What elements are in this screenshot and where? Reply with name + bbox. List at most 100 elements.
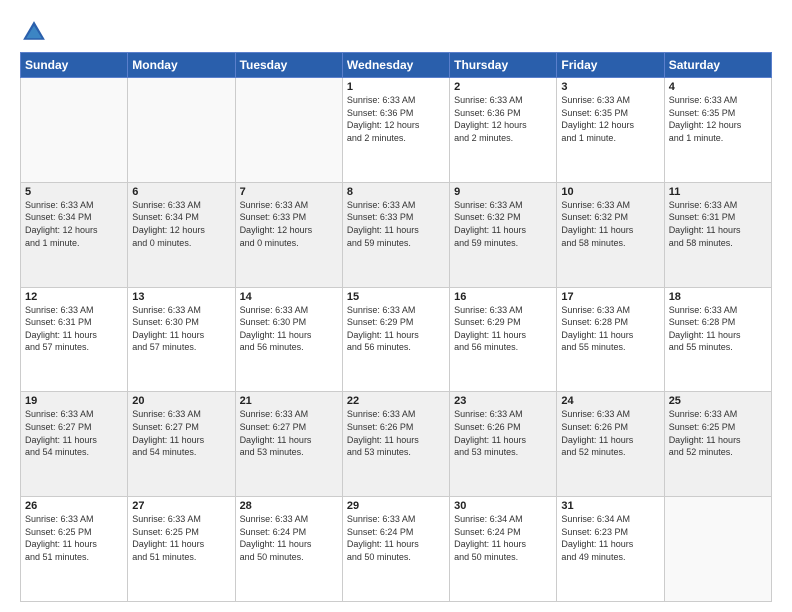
day-info: Sunrise: 6:33 AM Sunset: 6:34 PM Dayligh… xyxy=(25,199,123,249)
day-info: Sunrise: 6:33 AM Sunset: 6:31 PM Dayligh… xyxy=(669,199,767,249)
day-number: 27 xyxy=(132,500,230,512)
page: SundayMondayTuesdayWednesdayThursdayFrid… xyxy=(0,0,792,612)
day-info: Sunrise: 6:33 AM Sunset: 6:35 PM Dayligh… xyxy=(561,94,659,144)
calendar-cell: 22Sunrise: 6:33 AM Sunset: 6:26 PM Dayli… xyxy=(342,392,449,497)
day-number: 13 xyxy=(132,291,230,303)
calendar-cell: 31Sunrise: 6:34 AM Sunset: 6:23 PM Dayli… xyxy=(557,497,664,602)
weekday-header-thursday: Thursday xyxy=(450,53,557,78)
calendar-week-3: 12Sunrise: 6:33 AM Sunset: 6:31 PM Dayli… xyxy=(21,287,772,392)
calendar-cell: 2Sunrise: 6:33 AM Sunset: 6:36 PM Daylig… xyxy=(450,78,557,183)
calendar-cell: 8Sunrise: 6:33 AM Sunset: 6:33 PM Daylig… xyxy=(342,182,449,287)
day-info: Sunrise: 6:33 AM Sunset: 6:32 PM Dayligh… xyxy=(454,199,552,249)
day-number: 21 xyxy=(240,395,338,407)
calendar-table: SundayMondayTuesdayWednesdayThursdayFrid… xyxy=(20,52,772,602)
weekday-header-sunday: Sunday xyxy=(21,53,128,78)
day-info: Sunrise: 6:33 AM Sunset: 6:25 PM Dayligh… xyxy=(25,513,123,563)
calendar-cell: 12Sunrise: 6:33 AM Sunset: 6:31 PM Dayli… xyxy=(21,287,128,392)
calendar-week-5: 26Sunrise: 6:33 AM Sunset: 6:25 PM Dayli… xyxy=(21,497,772,602)
day-number: 31 xyxy=(561,500,659,512)
calendar-cell: 4Sunrise: 6:33 AM Sunset: 6:35 PM Daylig… xyxy=(664,78,771,183)
day-info: Sunrise: 6:33 AM Sunset: 6:30 PM Dayligh… xyxy=(240,304,338,354)
day-number: 6 xyxy=(132,186,230,198)
day-number: 7 xyxy=(240,186,338,198)
calendar-cell: 6Sunrise: 6:33 AM Sunset: 6:34 PM Daylig… xyxy=(128,182,235,287)
logo-icon xyxy=(20,18,48,46)
day-number: 24 xyxy=(561,395,659,407)
calendar-cell: 16Sunrise: 6:33 AM Sunset: 6:29 PM Dayli… xyxy=(450,287,557,392)
calendar-cell xyxy=(21,78,128,183)
calendar-cell: 7Sunrise: 6:33 AM Sunset: 6:33 PM Daylig… xyxy=(235,182,342,287)
day-info: Sunrise: 6:33 AM Sunset: 6:29 PM Dayligh… xyxy=(454,304,552,354)
day-number: 11 xyxy=(669,186,767,198)
day-number: 28 xyxy=(240,500,338,512)
day-info: Sunrise: 6:33 AM Sunset: 6:30 PM Dayligh… xyxy=(132,304,230,354)
day-number: 17 xyxy=(561,291,659,303)
calendar-cell: 17Sunrise: 6:33 AM Sunset: 6:28 PM Dayli… xyxy=(557,287,664,392)
calendar-cell: 18Sunrise: 6:33 AM Sunset: 6:28 PM Dayli… xyxy=(664,287,771,392)
day-info: Sunrise: 6:33 AM Sunset: 6:28 PM Dayligh… xyxy=(669,304,767,354)
calendar-cell xyxy=(128,78,235,183)
day-info: Sunrise: 6:33 AM Sunset: 6:25 PM Dayligh… xyxy=(132,513,230,563)
calendar-week-2: 5Sunrise: 6:33 AM Sunset: 6:34 PM Daylig… xyxy=(21,182,772,287)
day-info: Sunrise: 6:33 AM Sunset: 6:27 PM Dayligh… xyxy=(240,408,338,458)
calendar-week-4: 19Sunrise: 6:33 AM Sunset: 6:27 PM Dayli… xyxy=(21,392,772,497)
day-info: Sunrise: 6:33 AM Sunset: 6:27 PM Dayligh… xyxy=(132,408,230,458)
weekday-header-wednesday: Wednesday xyxy=(342,53,449,78)
day-info: Sunrise: 6:33 AM Sunset: 6:25 PM Dayligh… xyxy=(669,408,767,458)
weekday-header-row: SundayMondayTuesdayWednesdayThursdayFrid… xyxy=(21,53,772,78)
day-number: 5 xyxy=(25,186,123,198)
day-number: 29 xyxy=(347,500,445,512)
day-number: 4 xyxy=(669,81,767,93)
calendar-week-1: 1Sunrise: 6:33 AM Sunset: 6:36 PM Daylig… xyxy=(21,78,772,183)
header xyxy=(20,18,772,46)
day-number: 8 xyxy=(347,186,445,198)
day-number: 22 xyxy=(347,395,445,407)
day-number: 18 xyxy=(669,291,767,303)
calendar-cell: 15Sunrise: 6:33 AM Sunset: 6:29 PM Dayli… xyxy=(342,287,449,392)
day-number: 3 xyxy=(561,81,659,93)
day-number: 1 xyxy=(347,81,445,93)
weekday-header-friday: Friday xyxy=(557,53,664,78)
day-info: Sunrise: 6:33 AM Sunset: 6:26 PM Dayligh… xyxy=(347,408,445,458)
day-info: Sunrise: 6:33 AM Sunset: 6:24 PM Dayligh… xyxy=(347,513,445,563)
day-number: 23 xyxy=(454,395,552,407)
calendar-cell: 19Sunrise: 6:33 AM Sunset: 6:27 PM Dayli… xyxy=(21,392,128,497)
day-info: Sunrise: 6:33 AM Sunset: 6:27 PM Dayligh… xyxy=(25,408,123,458)
calendar-cell: 25Sunrise: 6:33 AM Sunset: 6:25 PM Dayli… xyxy=(664,392,771,497)
day-number: 25 xyxy=(669,395,767,407)
day-info: Sunrise: 6:33 AM Sunset: 6:29 PM Dayligh… xyxy=(347,304,445,354)
day-info: Sunrise: 6:33 AM Sunset: 6:32 PM Dayligh… xyxy=(561,199,659,249)
day-number: 10 xyxy=(561,186,659,198)
day-number: 15 xyxy=(347,291,445,303)
calendar-cell: 27Sunrise: 6:33 AM Sunset: 6:25 PM Dayli… xyxy=(128,497,235,602)
day-number: 30 xyxy=(454,500,552,512)
weekday-header-monday: Monday xyxy=(128,53,235,78)
calendar-cell: 1Sunrise: 6:33 AM Sunset: 6:36 PM Daylig… xyxy=(342,78,449,183)
weekday-header-saturday: Saturday xyxy=(664,53,771,78)
day-number: 12 xyxy=(25,291,123,303)
day-info: Sunrise: 6:33 AM Sunset: 6:36 PM Dayligh… xyxy=(454,94,552,144)
calendar-cell: 21Sunrise: 6:33 AM Sunset: 6:27 PM Dayli… xyxy=(235,392,342,497)
day-info: Sunrise: 6:33 AM Sunset: 6:33 PM Dayligh… xyxy=(240,199,338,249)
calendar-cell: 13Sunrise: 6:33 AM Sunset: 6:30 PM Dayli… xyxy=(128,287,235,392)
calendar-cell xyxy=(235,78,342,183)
day-number: 26 xyxy=(25,500,123,512)
calendar-cell: 26Sunrise: 6:33 AM Sunset: 6:25 PM Dayli… xyxy=(21,497,128,602)
day-info: Sunrise: 6:33 AM Sunset: 6:26 PM Dayligh… xyxy=(454,408,552,458)
calendar-cell: 11Sunrise: 6:33 AM Sunset: 6:31 PM Dayli… xyxy=(664,182,771,287)
calendar-cell: 23Sunrise: 6:33 AM Sunset: 6:26 PM Dayli… xyxy=(450,392,557,497)
day-info: Sunrise: 6:33 AM Sunset: 6:36 PM Dayligh… xyxy=(347,94,445,144)
calendar-cell: 5Sunrise: 6:33 AM Sunset: 6:34 PM Daylig… xyxy=(21,182,128,287)
calendar-cell: 24Sunrise: 6:33 AM Sunset: 6:26 PM Dayli… xyxy=(557,392,664,497)
weekday-header-tuesday: Tuesday xyxy=(235,53,342,78)
calendar-cell: 14Sunrise: 6:33 AM Sunset: 6:30 PM Dayli… xyxy=(235,287,342,392)
day-info: Sunrise: 6:33 AM Sunset: 6:24 PM Dayligh… xyxy=(240,513,338,563)
calendar-cell: 29Sunrise: 6:33 AM Sunset: 6:24 PM Dayli… xyxy=(342,497,449,602)
day-info: Sunrise: 6:33 AM Sunset: 6:34 PM Dayligh… xyxy=(132,199,230,249)
calendar-cell: 10Sunrise: 6:33 AM Sunset: 6:32 PM Dayli… xyxy=(557,182,664,287)
day-number: 20 xyxy=(132,395,230,407)
day-number: 2 xyxy=(454,81,552,93)
day-number: 9 xyxy=(454,186,552,198)
logo xyxy=(20,18,52,46)
calendar-cell xyxy=(664,497,771,602)
